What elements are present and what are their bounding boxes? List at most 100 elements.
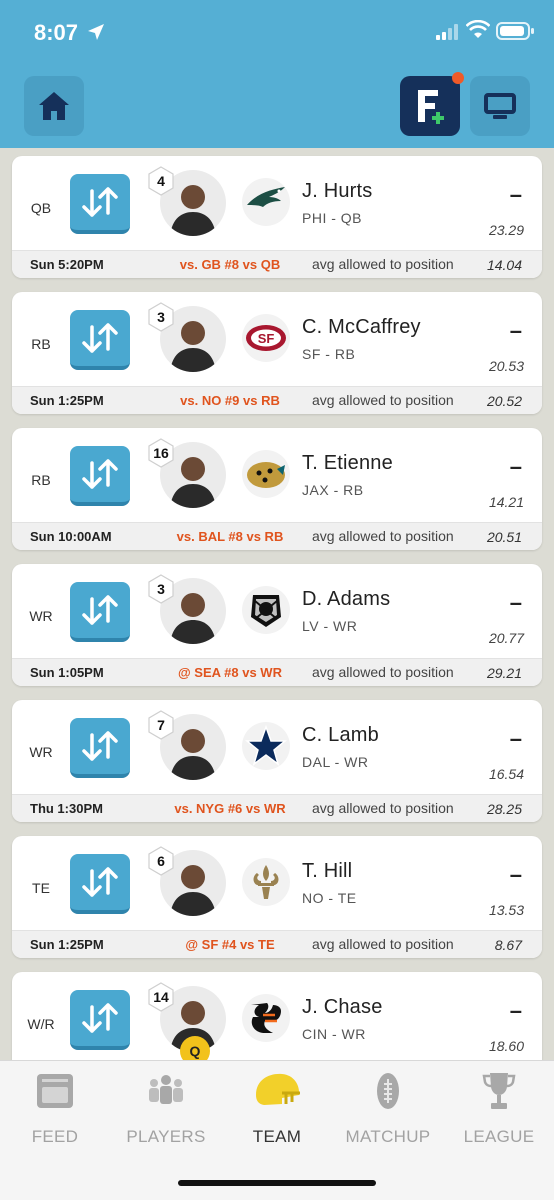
avg-allowed-label: avg allowed to position [312, 256, 454, 272]
avg-allowed-label: avg allowed to position [312, 664, 454, 680]
swap-arrows-icon [82, 187, 118, 217]
game-time: Sun 5:20PM [30, 257, 104, 272]
tab-bar: FEED PLAYERS TEAM MATCHUP LEAGUE [0, 1060, 554, 1200]
position-rank-badge: 16 [146, 438, 176, 468]
player-points: – [509, 318, 522, 343]
roster-slot: W/R [27, 1016, 55, 1032]
player-name[interactable]: T. Etienne [302, 452, 393, 475]
team-logo [242, 994, 290, 1042]
swap-player-button[interactable] [70, 310, 130, 370]
tab-team[interactable]: TEAM [222, 1067, 332, 1157]
matchup-footer: Thu 1:30PM vs. NYG #6 vs WR avg allowed to… [12, 794, 542, 822]
swap-arrows-icon [82, 867, 118, 897]
position-rank: 7 [157, 717, 165, 733]
player-points: – [509, 862, 522, 887]
player-name[interactable]: T. Hill [302, 860, 352, 883]
swap-player-button[interactable] [70, 718, 130, 778]
roster-list[interactable]: QB 4 J. Hurts PHI - QB – 23.29 Sun 5:20PM vs. G… [0, 148, 554, 1060]
svg-text:SF: SF [258, 331, 275, 346]
swap-arrows-icon [82, 1003, 118, 1033]
swap-arrows-icon [82, 323, 118, 353]
tab-players-label: PLAYERS [126, 1127, 206, 1146]
tab-team-label: TEAM [252, 1127, 302, 1146]
swap-player-button[interactable] [70, 582, 130, 642]
player-name[interactable]: C. McCaffrey [302, 316, 421, 339]
player-team-position: JAX - RB [302, 482, 364, 498]
fantasy-logo-icon [418, 90, 444, 124]
tab-league[interactable]: LEAGUE [444, 1067, 554, 1157]
fantasy-app-button[interactable] [400, 72, 464, 136]
location-icon [88, 24, 104, 40]
home-indicator [178, 1180, 376, 1186]
swap-player-button[interactable] [70, 990, 130, 1050]
projected-points: 16.54 [488, 766, 524, 782]
player-card[interactable]: TE 6 T. Hill NO - TE – 13.53 Sun 1:25PM @ SF #4… [12, 836, 542, 958]
roster-slot: RB [31, 336, 51, 352]
screen-button[interactable] [470, 76, 530, 136]
eagles-logo [247, 187, 285, 207]
player-card[interactable]: WR 7 C. Lamb DAL - WR – 16.54 Thu 1:30PM vs. NY… [12, 700, 542, 822]
team-logo [242, 178, 290, 226]
position-rank: 16 [153, 445, 169, 461]
player-team-position: CIN - WR [302, 1026, 366, 1042]
saints-logo [253, 865, 279, 899]
opponent-matchup[interactable]: vs. GB #8 vs QB [170, 257, 290, 272]
opponent-matchup[interactable]: vs. BAL #8 vs RB [170, 529, 290, 544]
trophy-icon [482, 1073, 516, 1109]
swap-player-button[interactable] [70, 174, 130, 234]
position-rank: 6 [157, 853, 165, 869]
position-rank-badge: 4 [146, 166, 176, 196]
projected-points: 20.77 [488, 630, 524, 646]
tab-matchup[interactable]: MATCHUP [333, 1067, 443, 1157]
player-card[interactable]: RB 3 SF C. McCaffrey SF - RB – 20.53 Sun 1:25PM… [12, 292, 542, 414]
avg-allowed-value: 20.52 [486, 393, 522, 409]
player-card[interactable]: WR 3 D. Adams LV - WR – 20.77 Sun 1:05PM @ SEA … [12, 564, 542, 686]
opponent-matchup[interactable]: vs. NYG #6 vs WR [170, 801, 290, 816]
avg-allowed-value: 8.67 [494, 937, 522, 953]
roster-slot: RB [31, 472, 51, 488]
avg-allowed-label: avg allowed to position [312, 936, 454, 952]
position-rank-badge: 6 [146, 846, 176, 876]
tab-players[interactable]: PLAYERS [111, 1067, 221, 1157]
matchup-footer: Sun 1:05PM @ SEA #8 vs WR avg allowed to p… [12, 658, 542, 686]
position-rank-badge: 3 [146, 302, 176, 332]
swap-arrows-icon [82, 595, 118, 625]
team-logo [242, 722, 290, 770]
player-card[interactable]: RB 16 T. Etienne JAX - RB – 14.21 Sun 10:00AM v… [12, 428, 542, 550]
game-time: Sun 1:05PM [30, 665, 104, 680]
player-name[interactable]: J. Chase [302, 996, 383, 1019]
player-team-position: DAL - WR [302, 754, 369, 770]
position-rank: 3 [157, 581, 165, 597]
swap-arrows-icon [82, 731, 118, 761]
tab-feed-label: FEED [31, 1127, 79, 1146]
player-name[interactable]: J. Hurts [302, 180, 373, 203]
player-name[interactable]: C. Lamb [302, 724, 379, 747]
roster-slot: WR [29, 608, 53, 624]
avg-allowed-value: 29.21 [486, 665, 522, 681]
opponent-matchup[interactable]: @ SEA #8 vs WR [170, 665, 290, 680]
roster-slot: QB [30, 200, 52, 216]
player-points: – [509, 590, 522, 615]
helmet-icon [256, 1073, 300, 1105]
swap-player-button[interactable] [70, 446, 130, 506]
opponent-matchup[interactable]: @ SF #4 vs TE [170, 937, 290, 952]
home-button[interactable] [24, 76, 84, 136]
game-time: Sun 10:00AM [30, 529, 112, 544]
avg-allowed-value: 14.04 [486, 257, 522, 273]
tab-feed[interactable]: FEED [0, 1067, 110, 1157]
player-name[interactable]: D. Adams [302, 588, 390, 611]
player-team-position: PHI - QB [302, 210, 363, 226]
opponent-matchup[interactable]: vs. NO #9 vs RB [170, 393, 290, 408]
status-bar: 8:07 [0, 18, 554, 48]
avg-allowed-label: avg allowed to position [312, 800, 454, 816]
football-icon [377, 1073, 399, 1109]
position-rank-badge: 7 [146, 710, 176, 740]
player-card[interactable]: QB 4 J. Hurts PHI - QB – 23.29 Sun 5:20PM vs. G… [12, 156, 542, 278]
player-points: – [509, 182, 522, 207]
game-time: Thu 1:30PM [30, 801, 103, 816]
swap-player-button[interactable] [70, 854, 130, 914]
cowboys-logo [244, 724, 288, 766]
team-logo [242, 586, 290, 634]
player-card[interactable]: W/R 14 J. Chase CIN - WR – 18.60 Q [12, 972, 542, 1060]
position-rank-badge: 14 [146, 982, 176, 1012]
